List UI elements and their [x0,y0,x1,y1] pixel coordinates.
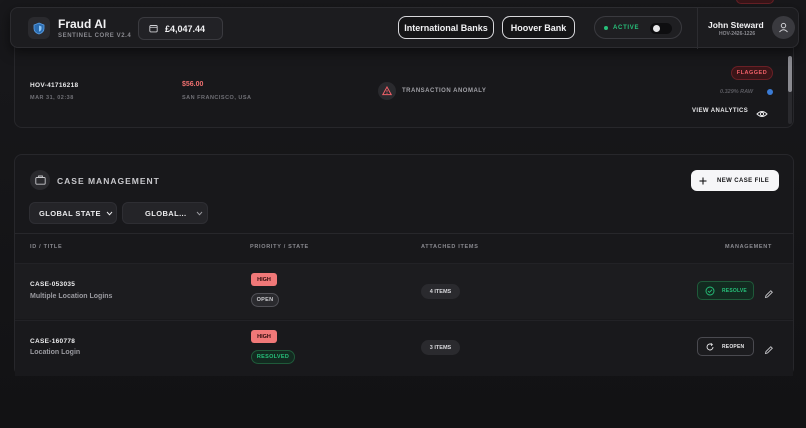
column-header-items: ATTACHED ITEMS [421,244,479,250]
user-id: HOV-2426-1226 [719,31,756,37]
toggle-switch[interactable] [650,23,672,34]
balance-display: £4,047.44 [138,17,223,40]
user-icon [779,22,788,33]
raw-score: 0.329% RAW [720,89,754,95]
status-toggle[interactable]: ACTIVE [594,16,682,39]
chevron-down-icon [106,211,113,216]
column-header-management: MANAGEMENT [725,244,773,250]
select-value: GLOBAL... [145,208,187,218]
refresh-icon [706,342,714,350]
table-row[interactable] [15,263,793,319]
user-name: John Steward [708,20,764,30]
new-case-label: NEW CASE FILE [717,177,770,184]
global-state-select[interactable]: GLOBAL STATE [29,202,117,224]
app-title: Fraud AI [58,17,107,31]
top-bar: Fraud AI SENTINEL CORE V2.4 £4,047.44 In… [10,7,799,49]
attached-items-badge[interactable]: 4 ITEMS [421,284,460,299]
state-badge: RESOLVED [251,350,295,364]
transaction-location: SAN FRANCISCO, USA [182,95,252,101]
reopen-button[interactable]: REOPEN [697,337,754,356]
eye-icon[interactable] [756,106,768,124]
transaction-type: TRANSACTION ANOMALY [402,88,487,94]
edit-icon[interactable] [764,286,774,304]
status-label: ACTIVE [613,24,640,31]
priority-badge: HIGH [251,273,277,286]
plus-icon [699,177,707,184]
divider [697,8,698,49]
attached-items-badge[interactable]: 3 ITEMS [421,340,460,355]
scrollbar-thumb[interactable] [788,56,792,92]
status-badge: FLAGGED [731,66,773,80]
table-row[interactable] [15,320,793,376]
global-filter-select[interactable]: GLOBAL... [122,202,208,224]
priority-badge: HIGH [251,330,277,343]
column-header-id: ID / TITLE [30,244,63,250]
column-header-priority: PRIORITY / STATE [250,244,309,250]
info-dot-icon [767,89,773,95]
case-id: CASE-160778 [30,338,76,345]
shield-icon [28,17,50,39]
avatar[interactable] [772,16,795,39]
status-dot-icon [604,25,608,30]
flagged-badge-partial [736,0,774,4]
divider [15,233,793,234]
chevron-down-icon [196,211,202,216]
select-value: GLOBAL STATE [39,208,101,218]
new-case-file-button[interactable]: NEW CASE FILE [691,170,779,191]
briefcase-icon [30,170,50,190]
transaction-date: MAR 31, 02:38 [30,95,74,101]
view-analytics-link[interactable]: VIEW ANALYTICS [692,108,748,114]
case-title: Multiple Location Logins [30,293,113,300]
case-title: Location Login [30,349,81,356]
resolve-button[interactable]: RESOLVE [697,281,754,300]
transaction-amount: $56.00 [182,81,204,88]
warning-icon [378,82,396,100]
balance-value: £4,047.44 [165,23,206,34]
check-circle-icon [705,286,715,295]
edit-icon[interactable] [764,342,774,360]
wallet-icon [149,25,158,33]
state-badge: OPEN [251,293,279,307]
app-subtitle: SENTINEL CORE V2.4 [58,33,132,39]
hoover-bank-button[interactable]: Hoover Bank [502,16,575,39]
reopen-label: REOPEN [722,343,745,350]
international-banks-button[interactable]: International Banks [398,16,494,39]
transaction-id: HOV-41716218 [30,82,79,89]
resolve-label: RESOLVE [722,287,747,294]
section-title: CASE MANAGEMENT [57,176,160,186]
case-id: CASE-053035 [30,281,76,288]
